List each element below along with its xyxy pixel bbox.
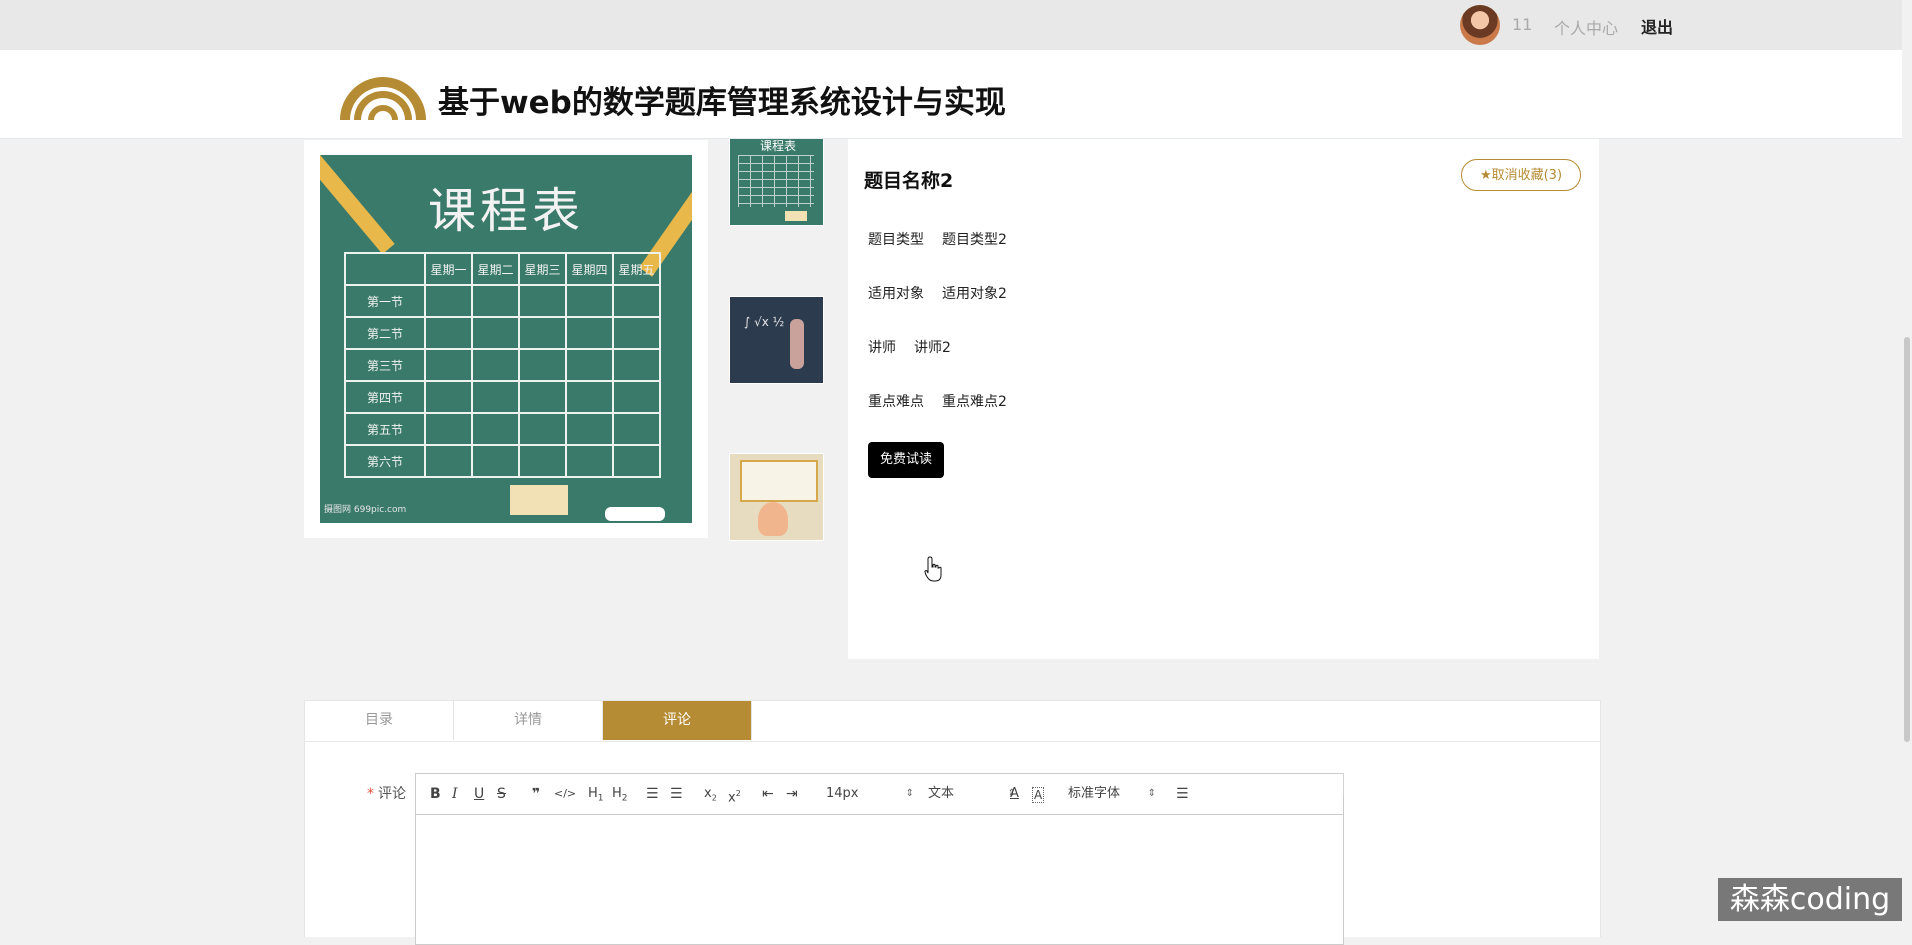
strikethrough-icon[interactable]: S [497,784,506,804]
user-center-link[interactable]: 个人中心 [1554,15,1618,39]
align-icon[interactable]: ☰ [1176,784,1189,804]
watermark: 森森coding [1718,878,1902,921]
math-scribble-icon: ∫ √x ½ [744,315,785,329]
thumbnail-1[interactable]: 课程表 [729,134,824,226]
tab-details[interactable]: 详情 [454,701,603,740]
field-value: 重点难点2 [942,394,1007,410]
tab-divider [305,741,1600,742]
heading-2-icon[interactable]: H2 [612,784,628,804]
font-family-select[interactable]: 标准字体 ⇕ [1068,784,1156,804]
tab-catalog[interactable]: 目录 [305,701,454,740]
editor-toolbar: B I U S ❞ </> H1 H2 ☰ ☰ x2 x2 ⇤ ⇥ 14px ⇕… [416,774,1343,815]
main-image-frame: 课程表 星期一 星期二 星期三 星期四 星期五 第一节 第二节 第三节 第四节 … [304,140,708,538]
field-label: 题目类型 [868,232,924,248]
code-block-icon[interactable]: </> [554,784,576,804]
subscript-icon[interactable]: x2 [704,784,717,804]
logout-link[interactable]: 退出 [1641,14,1673,38]
hand-cursor-icon [924,556,942,582]
rich-text-editor: B I U S ❞ </> H1 H2 ☰ ☰ x2 x2 ⇤ ⇥ 14px ⇕… [415,773,1344,945]
question-detail-panel: 题目名称2 ★取消收藏(3) 题目类型 题目类型2 适用对象 适用对象2 讲师 讲师2… [848,138,1599,659]
font-color-icon[interactable]: A [1010,784,1019,804]
field-value: 题目类型2 [942,232,1007,248]
italic-icon[interactable]: I [452,784,458,804]
comment-textarea[interactable] [416,815,1343,944]
period-cell: 第三节 [344,348,426,382]
comment-label: * 评论 [367,783,406,803]
period-cell: 第五节 [344,412,426,446]
blurred-overlay [1337,745,1497,795]
field-value: 讲师2 [914,340,951,356]
field-row-type: 题目类型 题目类型2 [868,229,1007,249]
field-row-teacher: 讲师 讲师2 [868,337,951,357]
thumbnail-eraser [785,211,807,221]
field-row-audience: 适用对象 适用对象2 [868,283,1007,303]
free-trial-button[interactable]: 免费试读 [868,442,944,478]
username: 11 [1512,15,1533,34]
eraser-decoration [510,485,568,515]
select-arrows-icon: ⇕ [905,788,914,799]
weekday-cell: 星期五 [612,252,661,286]
field-label: 适用对象 [868,286,924,302]
image-credit: 摄图网 699pic.com [324,505,407,515]
bold-icon[interactable]: B [430,784,441,804]
schedule-grid: 星期一 星期二 星期三 星期四 星期五 第一节 第二节 第三节 第四节 第五节 … [344,252,692,478]
user-avatar[interactable] [1460,5,1500,45]
weekday-cell: 星期一 [424,252,473,286]
question-title: 题目名称2 [864,170,954,192]
timetable-sheet-icon [740,460,818,502]
weekday-cell: 星期四 [565,252,614,286]
page-scrollbar-thumb[interactable] [1904,337,1910,742]
comment-label-text: 评论 [378,786,406,802]
paragraph-select[interactable]: 文本 ⇕ [928,784,1016,804]
background-color-icon[interactable]: A [1032,787,1045,803]
bullet-list-icon[interactable]: ☰ [670,784,683,804]
select-arrows-icon: ⇕ [1147,788,1156,799]
unfavorite-button[interactable]: ★取消收藏(3) [1461,159,1581,191]
period-cell: 第二节 [344,316,426,350]
thumbnail-2[interactable]: ∫ √x ½ [729,296,824,384]
outdent-icon[interactable]: ⇤ [762,784,774,804]
underline-icon[interactable]: U [474,784,484,804]
top-bar: 11 个人中心 退出 [0,0,1902,50]
thumbnail-3[interactable] [729,453,824,541]
period-cell: 第一节 [344,284,426,318]
blockquote-icon[interactable]: ❞ [532,784,540,804]
superscript-icon[interactable]: x2 [728,784,741,805]
main-image[interactable]: 课程表 星期一 星期二 星期三 星期四 星期五 第一节 第二节 第三节 第四节 … [320,155,692,523]
weekday-cell: 星期二 [471,252,520,286]
field-row-keypoints: 重点难点 重点难点2 [868,391,1007,411]
site-logo-icon[interactable] [338,66,428,122]
site-header: 基于web的数学题库管理系统设计与实现 [0,50,1902,139]
paragraph-value: 文本 [928,786,955,801]
font-size-value: 14px [826,786,859,801]
thumbnail-title: 课程表 [760,139,797,153]
required-mark: * [367,786,374,802]
period-cell: 第六节 [344,444,426,478]
tabs-section: 目录 详情 评论 * 评论 B I U S ❞ </> H1 H2 ☰ ☰ x2 … [304,700,1601,945]
indent-icon[interactable]: ⇥ [786,784,798,804]
chalk-decoration [605,507,665,521]
student-cartoon-icon [758,502,788,536]
weekday-cell: 星期三 [518,252,567,286]
field-value: 适用对象2 [942,286,1007,302]
heading-1-icon[interactable]: H1 [588,784,604,804]
font-size-select[interactable]: 14px ⇕ [826,784,914,804]
period-cell: 第四节 [344,380,426,414]
hand-chalk-icon [790,319,804,369]
font-family-value: 标准字体 [1068,786,1121,801]
board-title: 课程表 [427,183,584,239]
thumbnail-grid [738,155,814,207]
field-label: 重点难点 [868,394,924,410]
ordered-list-icon[interactable]: ☰ [646,784,659,804]
site-title: 基于web的数学题库管理系统设计与实现 [438,85,1006,121]
tab-comments[interactable]: 评论 [603,701,752,740]
field-label: 讲师 [868,340,896,356]
